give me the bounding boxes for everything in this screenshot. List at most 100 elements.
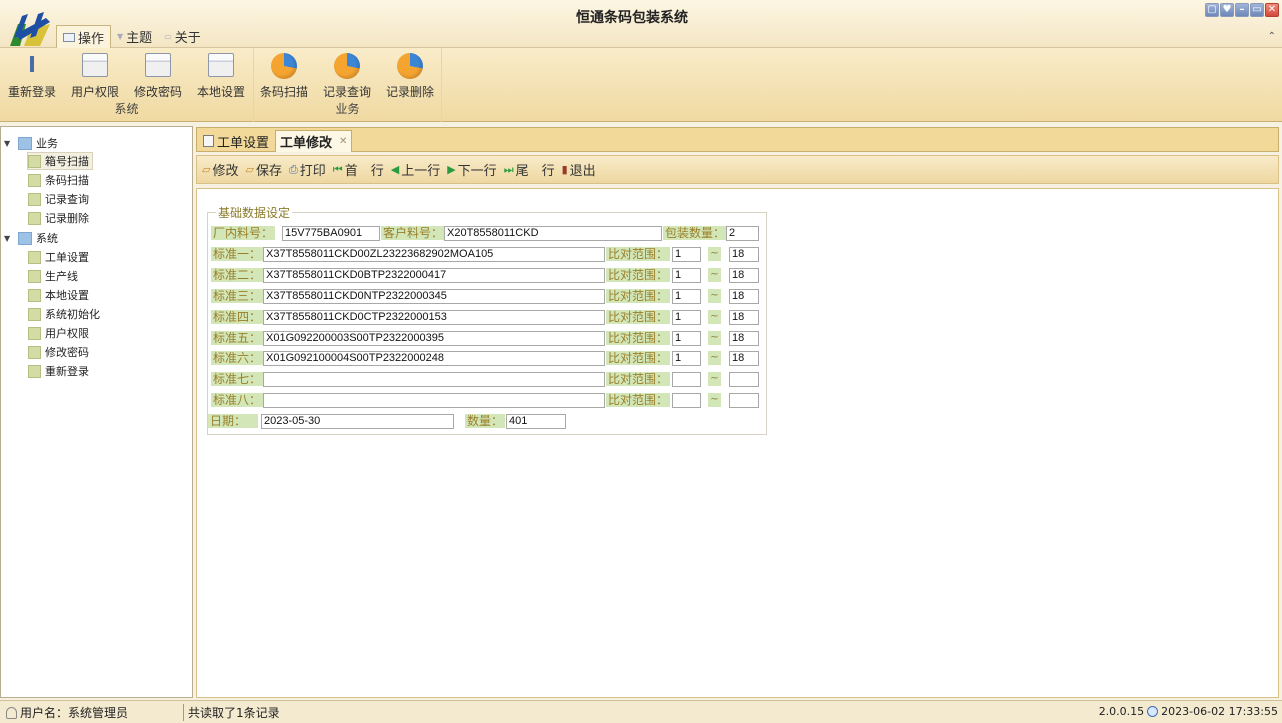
change-password-button[interactable]: 修改密码 (126, 51, 190, 101)
qty-input[interactable]: 401 (506, 414, 566, 429)
leaf-icon (28, 288, 41, 302)
pack-qty-label: 包装数量： (663, 226, 728, 240)
customer-part-input[interactable]: X20T8558011CKD (444, 226, 662, 241)
tree-item-system-init[interactable]: 系统初始化 (28, 305, 100, 323)
range-from-input[interactable] (672, 372, 701, 387)
range-label: 比对范围： (606, 310, 671, 324)
tree-item-record-delete[interactable]: 记录删除 (28, 209, 89, 227)
toolbar: ▱ 修改 ▱ 保存 ⎙ 打印 ⏮ 首 行 ◀ 上一行 ▶ 下一行 ⏭ 尾 行 ▮… (196, 155, 1279, 184)
help-icon[interactable]: ♥ (1220, 3, 1234, 17)
leaf-icon (28, 250, 41, 264)
menu-tab-theme[interactable]: ▼ 主题 (111, 25, 158, 48)
print-button[interactable]: ⎙ 打印 (289, 160, 326, 180)
next-row-button[interactable]: ▶ 下一行 (447, 160, 496, 179)
range-label: 比对范围： (606, 372, 671, 386)
range-to-input[interactable] (729, 372, 759, 387)
date-label: 日期： (208, 414, 258, 428)
menu-tab-label: 主题 (126, 31, 153, 46)
range-from-input[interactable]: 1 (672, 247, 701, 262)
exit-button[interactable]: ▮ 退出 (562, 160, 596, 179)
standard-input[interactable] (263, 393, 605, 408)
first-icon: ⏮ (332, 162, 343, 176)
status-bar: 用户名：系统管理员 共读取了1条记录 2.0.0.15 2023-06-02 1… (0, 700, 1282, 723)
standard-input[interactable]: X37T8558011CKD00ZL23223682902MOA105 (263, 247, 605, 262)
folder-icon (18, 136, 32, 150)
tree-item-change-password[interactable]: 修改密码 (28, 343, 89, 361)
standard-label: 标准一： (211, 247, 264, 261)
standard-input[interactable] (263, 372, 605, 387)
range-to-input[interactable] (729, 393, 759, 408)
leaf-icon (28, 192, 41, 206)
range-from-input[interactable]: 1 (672, 289, 701, 304)
tab-work-order-settings[interactable]: 工单设置 (199, 130, 273, 152)
range-to-input[interactable]: 18 (729, 268, 759, 283)
tree-group-system[interactable]: ▼ 系统 (4, 229, 58, 247)
relogin-button[interactable]: 重新登录 (0, 51, 64, 101)
pack-qty-input[interactable]: 2 (726, 226, 759, 241)
barcode-scan-button[interactable]: 条码扫描 (252, 51, 316, 101)
standard-input[interactable]: X01G092200003S00TP2322000395 (263, 331, 605, 346)
skin-icon[interactable]: ▢ (1205, 3, 1219, 17)
range-from-input[interactable]: 1 (672, 331, 701, 346)
tree-item-local-settings[interactable]: 本地设置 (28, 286, 89, 304)
last-icon: ⏭ (503, 162, 514, 176)
prev-row-button[interactable]: ◀ 上一行 (391, 160, 440, 179)
range-to-input[interactable]: 18 (729, 310, 759, 325)
window-controls: ▢ ♥ – ▭ ✕ (1205, 3, 1279, 17)
tree-item-work-order[interactable]: 工单设置 (28, 248, 89, 266)
standard-input[interactable]: X37T8558011CKD0NTP2322000345 (263, 289, 605, 304)
last-row-button[interactable]: ⏭ 尾 行 (503, 160, 555, 180)
fieldset-legend: 基础数据设定 (216, 204, 293, 221)
range-from-input[interactable] (672, 393, 701, 408)
status-message: 共读取了1条记录 (183, 704, 280, 721)
date-input[interactable]: 2023-05-30 (261, 414, 454, 429)
standard-input[interactable]: X01G092100004S00TP2322000248 (263, 351, 605, 366)
range-label: 比对范围： (606, 331, 671, 345)
factory-part-label: 厂内料号： (211, 226, 276, 240)
tree-group-business[interactable]: ▼ 业务 (4, 134, 58, 152)
range-to-input[interactable]: 18 (729, 331, 759, 346)
first-row-button[interactable]: ⏮ 首 行 (332, 160, 384, 180)
pie-chart-icon (397, 53, 423, 79)
collapse-ribbon-icon[interactable]: ⌃ (1268, 31, 1276, 42)
standard-input[interactable]: X37T8558011CKD0BTP2322000417 (263, 268, 605, 283)
range-to-input[interactable]: 18 (729, 289, 759, 304)
range-to-input[interactable]: 18 (729, 247, 759, 262)
tab-work-order-edit[interactable]: 工单修改 ✕ (275, 130, 353, 152)
standard-label: 标准四： (211, 310, 264, 324)
range-label: 比对范围： (606, 247, 671, 261)
user-permission-button[interactable]: 用户权限 (63, 51, 127, 101)
tree-item-user-permission[interactable]: 用户权限 (28, 324, 89, 342)
range-from-input[interactable]: 1 (672, 310, 701, 325)
leaf-icon (28, 364, 41, 378)
tree-item-production-line[interactable]: 生产线 (28, 267, 78, 285)
tree-item-relogin[interactable]: 重新登录 (28, 362, 89, 380)
app-title: 恒通条码包装系统 (576, 10, 688, 26)
close-icon[interactable]: ✕ (339, 136, 347, 147)
tree-item-record-query[interactable]: 记录查询 (28, 190, 89, 208)
factory-part-input[interactable]: 15V775BA0901 (282, 226, 380, 241)
range-label: 比对范围： (606, 351, 671, 365)
close-button[interactable]: ✕ (1265, 3, 1279, 17)
local-settings-button[interactable]: 本地设置 (189, 51, 253, 101)
expand-arrow-icon: ▼ (4, 138, 11, 148)
range-from-input[interactable]: 1 (672, 268, 701, 283)
relogin-icon (19, 56, 45, 75)
tree-item-barcode-scan[interactable]: 条码扫描 (28, 171, 89, 189)
record-delete-button[interactable]: 记录删除 (378, 51, 442, 101)
maximize-button[interactable]: ▭ (1250, 3, 1264, 17)
edit-button[interactable]: ▱ 修改 (202, 160, 238, 179)
minimize-button[interactable]: – (1235, 3, 1249, 17)
save-button[interactable]: ▱ 保存 (245, 160, 281, 179)
range-from-input[interactable]: 1 (672, 351, 701, 366)
menu-tab-about[interactable]: ▭ 关于 (158, 25, 207, 48)
record-query-button[interactable]: 记录查询 (315, 51, 379, 101)
standard-input[interactable]: X37T8558011CKD0CTP2322000153 (263, 310, 605, 325)
ribbon: 重新登录 用户权限 修改密码 本地设置 系统 条码扫描 记录查询 记录删除 业务 (0, 48, 1282, 122)
range-separator: ~ (708, 268, 721, 282)
menu-tab-operation[interactable]: 操作 (56, 25, 112, 48)
window-icon (145, 53, 171, 77)
menu-tab-label: 关于 (174, 31, 201, 46)
tree-item-box-scan[interactable]: 箱号扫描 (27, 152, 93, 170)
range-to-input[interactable]: 18 (729, 351, 759, 366)
